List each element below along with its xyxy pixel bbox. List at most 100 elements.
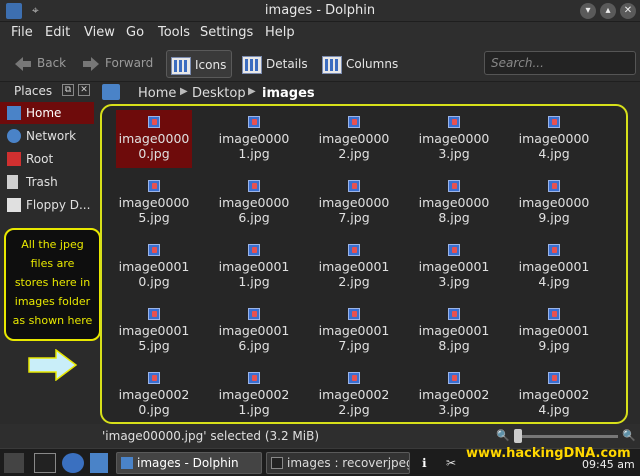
file-name: image0002 4.jpg — [510, 387, 598, 417]
forward-button[interactable]: Forward — [82, 51, 153, 75]
file-name: image0000 5.jpg — [110, 195, 198, 225]
file-item[interactable]: image0001 5.jpg — [110, 302, 198, 360]
file-item[interactable]: image0002 1.jpg — [210, 366, 298, 424]
file-name: image0000 1.jpg — [210, 131, 298, 161]
file-item[interactable]: image0002 0.jpg — [110, 366, 198, 424]
zoom-slider-handle[interactable] — [514, 429, 522, 443]
zoom-slider[interactable] — [514, 435, 618, 438]
menu-file[interactable]: File — [11, 25, 33, 40]
jpeg-file-icon — [548, 372, 560, 384]
file-item[interactable]: image0001 6.jpg — [210, 302, 298, 360]
back-button[interactable]: Back — [14, 51, 66, 75]
file-name-line: 6.jpg — [238, 338, 270, 353]
maximize-button[interactable]: ▴ — [600, 3, 616, 19]
file-item[interactable]: image0000 0.jpg — [115, 110, 193, 168]
search-input[interactable]: Search... — [484, 51, 636, 75]
file-icon-view[interactable]: image0000 0.jpg image0000 1.jpg image0000 2.j… — [100, 104, 628, 424]
file-item[interactable]: image0000 3.jpg — [410, 110, 498, 168]
dolphin-launcher-icon[interactable] — [90, 453, 108, 473]
kde-menu-icon[interactable] — [62, 453, 84, 473]
breadcrumb-separator-icon: ▶ — [248, 86, 256, 97]
file-item[interactable]: image0000 6.jpg — [210, 174, 298, 232]
jpeg-file-icon — [348, 180, 360, 192]
columns-view-button[interactable]: Columns — [318, 50, 400, 78]
file-item[interactable]: image0000 9.jpg — [510, 174, 598, 232]
places-item-home[interactable]: Home — [0, 102, 94, 124]
dolphin-task-icon — [121, 457, 133, 469]
file-name-line: 7.jpg — [338, 210, 370, 225]
file-name-line: 2.jpg — [338, 402, 370, 417]
file-item[interactable]: image0000 4.jpg — [510, 110, 598, 168]
menu-go[interactable]: Go — [126, 25, 144, 40]
file-name-line: image0000 — [318, 131, 390, 146]
status-bar: 'image00000.jpg' selected (3.2 MiB) 🔍 🔍 — [0, 424, 640, 448]
file-item[interactable]: image0002 2.jpg — [310, 366, 398, 424]
icons-view-button[interactable]: Icons — [166, 50, 232, 78]
file-name: image0000 6.jpg — [210, 195, 298, 225]
annotation-line: as shown here — [12, 314, 93, 327]
scissors-icon[interactable]: ✂ — [446, 453, 456, 473]
desktop-icon[interactable] — [4, 453, 24, 473]
file-name: image0001 0.jpg — [110, 259, 198, 289]
file-item[interactable]: image0000 8.jpg — [410, 174, 498, 232]
breadcrumb-home-icon[interactable] — [102, 84, 120, 100]
menu-help[interactable]: Help — [265, 25, 295, 40]
places-item-trash[interactable]: Trash — [0, 171, 94, 193]
file-name-line: 2.jpg — [338, 274, 370, 289]
jpeg-file-icon — [248, 372, 260, 384]
title-bar: ⌖ images - Dolphin ▾ ▴ ✕ — [0, 0, 640, 22]
places-item-floppy[interactable]: Floppy D... — [0, 194, 94, 216]
clock[interactable]: 09:45 am — [582, 458, 635, 471]
places-item-root[interactable]: Root — [0, 148, 94, 170]
network-icon — [7, 129, 21, 143]
file-name-line: image0002 — [118, 387, 190, 402]
file-name-line: image0002 — [318, 387, 390, 402]
file-name-line: image0000 — [118, 131, 190, 146]
file-item[interactable]: image0002 4.jpg — [510, 366, 598, 424]
file-name: image0000 7.jpg — [310, 195, 398, 225]
breadcrumb-home[interactable]: Home — [138, 86, 176, 101]
file-item[interactable]: image0001 7.jpg — [310, 302, 398, 360]
places-item-label: Floppy D... — [26, 198, 91, 212]
panel-close-icon[interactable]: ✕ — [78, 84, 90, 96]
file-item[interactable]: image0001 9.jpg — [510, 302, 598, 360]
breadcrumb-desktop[interactable]: Desktop — [192, 86, 246, 101]
file-item[interactable]: image0000 5.jpg — [110, 174, 198, 232]
menu-bar: File Edit View Go Tools Settings Help — [0, 22, 640, 44]
file-name-line: 2.jpg — [338, 146, 370, 161]
file-name-line: 4.jpg — [538, 402, 570, 417]
details-view-button[interactable]: Details — [238, 50, 310, 78]
file-item[interactable]: image0001 8.jpg — [410, 302, 498, 360]
places-item-network[interactable]: Network — [0, 125, 94, 147]
terminal-task-icon — [271, 457, 283, 469]
file-name: image0002 0.jpg — [110, 387, 198, 417]
info-icon[interactable]: ℹ — [422, 453, 427, 473]
zoom-in-icon[interactable]: 🔍 — [622, 429, 636, 442]
file-item[interactable]: image0001 4.jpg — [510, 238, 598, 296]
menu-tools[interactable]: Tools — [158, 25, 190, 40]
close-button[interactable]: ✕ — [620, 3, 636, 19]
file-item[interactable]: image0001 1.jpg — [210, 238, 298, 296]
file-item[interactable]: image0001 0.jpg — [110, 238, 198, 296]
menu-edit[interactable]: Edit — [45, 25, 70, 40]
file-item[interactable]: image0000 2.jpg — [310, 110, 398, 168]
file-name-line: image0000 — [518, 131, 590, 146]
file-name-line: 1.jpg — [238, 402, 270, 417]
panel-float-icon[interactable]: ⧉ — [62, 84, 74, 96]
task-terminal[interactable]: images : recoverjpeg — [266, 452, 410, 474]
file-name-line: image0002 — [518, 387, 590, 402]
file-item[interactable]: image0002 3.jpg — [410, 366, 498, 424]
file-item[interactable]: image0001 3.jpg — [410, 238, 498, 296]
breadcrumb-images[interactable]: images — [262, 86, 315, 101]
menu-view[interactable]: View — [84, 25, 115, 40]
menu-settings[interactable]: Settings — [200, 25, 253, 40]
file-name-line: image0000 — [518, 195, 590, 210]
zoom-out-icon[interactable]: 🔍 — [496, 429, 510, 442]
file-item[interactable]: image0000 1.jpg — [210, 110, 298, 168]
task-dolphin[interactable]: images - Dolphin — [116, 452, 262, 474]
minimize-button[interactable]: ▾ — [580, 3, 596, 19]
terminal-icon[interactable] — [34, 453, 56, 473]
file-item[interactable]: image0001 2.jpg — [310, 238, 398, 296]
annotation-line: stores here in — [14, 276, 91, 289]
file-item[interactable]: image0000 7.jpg — [310, 174, 398, 232]
